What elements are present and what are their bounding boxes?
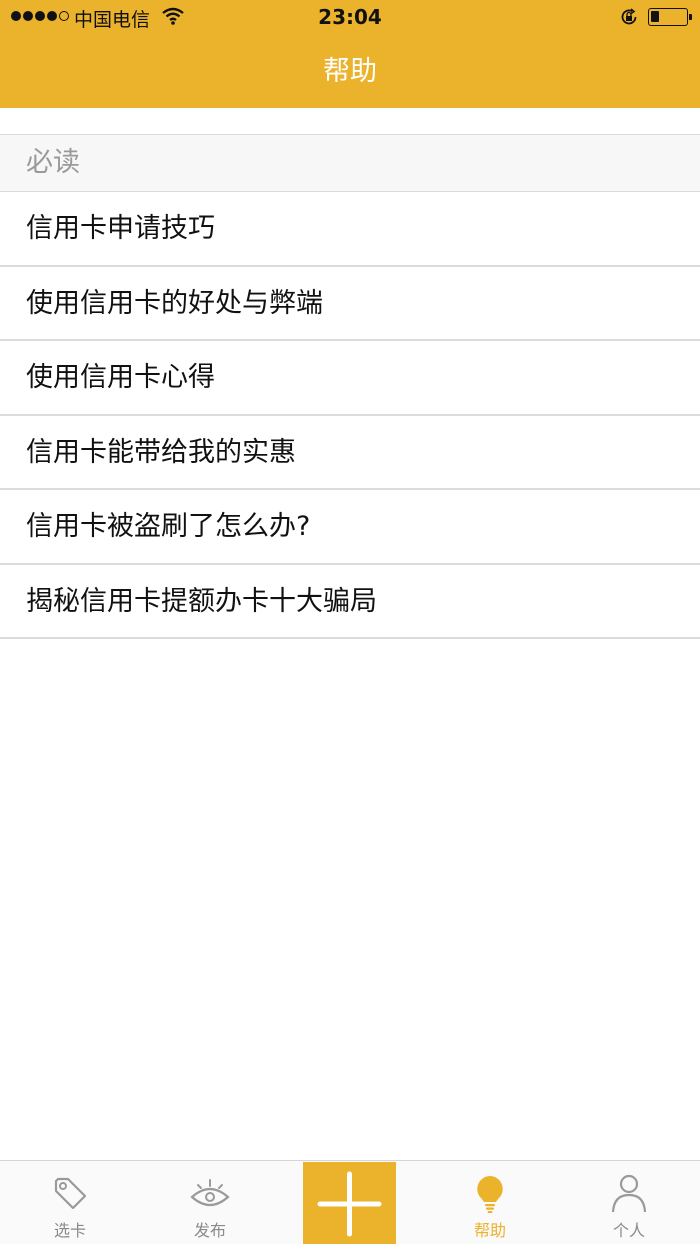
list-item[interactable]: 使用信用卡心得 bbox=[0, 341, 700, 416]
page-title: 帮助 bbox=[323, 56, 377, 87]
eye-icon bbox=[190, 1179, 230, 1207]
section-header: 必读 bbox=[0, 134, 700, 192]
status-bar: 中国电信 23:04 bbox=[0, 0, 700, 36]
list-item[interactable]: 信用卡申请技巧 bbox=[0, 192, 700, 267]
tab-label: 帮助 bbox=[473, 1221, 506, 1240]
tab-profile[interactable]: 个人 bbox=[579, 1161, 679, 1244]
tab-publish[interactable]: 发布 bbox=[160, 1161, 260, 1244]
clock: 23:04 bbox=[318, 5, 382, 29]
add-button[interactable] bbox=[303, 1162, 396, 1244]
plus-icon bbox=[317, 1171, 382, 1237]
list-item[interactable]: 揭秘信用卡提额办卡十大骗局 bbox=[0, 564, 700, 639]
tag-icon bbox=[54, 1177, 87, 1210]
list-item[interactable]: 信用卡能带给我的实惠 bbox=[0, 415, 700, 490]
header: 中国电信 23:04 帮助 bbox=[0, 0, 700, 108]
tab-label: 个人 bbox=[612, 1221, 645, 1240]
tab-bar: 选卡 发布 帮助 个人 bbox=[0, 1160, 700, 1244]
help-list: 必读 信用卡申请技巧 使用信用卡的好处与弊端 使用信用卡心得 信用卡能带给我的实… bbox=[0, 134, 700, 639]
tab-select-card[interactable]: 选卡 bbox=[20, 1161, 120, 1244]
person-icon bbox=[611, 1174, 647, 1213]
list-item[interactable]: 信用卡被盗刷了怎么办? bbox=[0, 490, 700, 565]
battery-icon bbox=[648, 8, 692, 26]
tab-label: 发布 bbox=[193, 1221, 226, 1240]
rotation-lock-icon bbox=[621, 8, 637, 25]
lightbulb-icon bbox=[477, 1176, 503, 1213]
list-item[interactable]: 使用信用卡的好处与弊端 bbox=[0, 266, 700, 341]
tab-label: 选卡 bbox=[53, 1221, 86, 1240]
tab-help[interactable]: 帮助 bbox=[440, 1161, 540, 1244]
